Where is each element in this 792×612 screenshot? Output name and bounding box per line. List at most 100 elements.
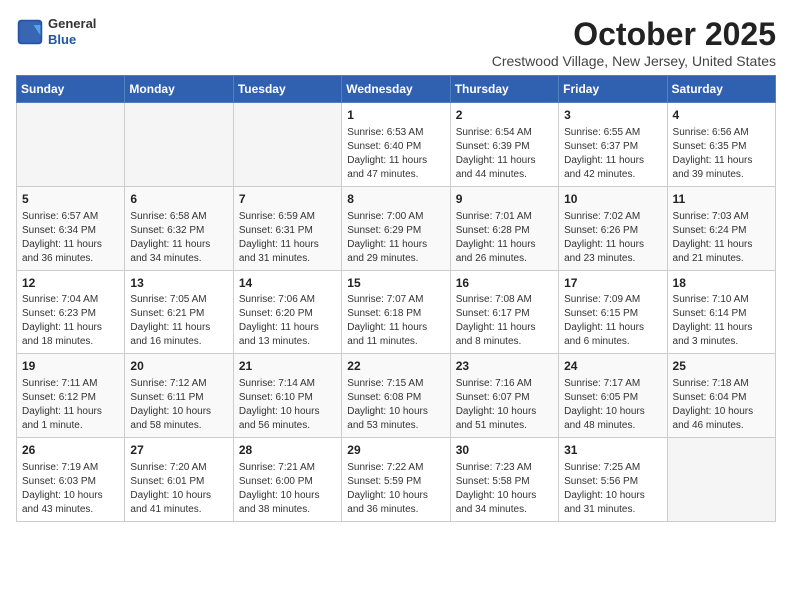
day-number: 3 [564,107,661,124]
day-info: Sunrise: 7:01 AM Sunset: 6:28 PM Dayligh… [456,210,553,266]
day-number: 4 [673,107,770,124]
day-info: Sunrise: 7:22 AM Sunset: 5:59 PM Dayligh… [347,461,444,517]
day-info: Sunrise: 7:04 AM Sunset: 6:23 PM Dayligh… [22,293,119,349]
day-number: 2 [456,107,553,124]
logo-text: General Blue [48,16,96,47]
calendar-day-cell [667,438,775,522]
day-number: 22 [347,358,444,375]
calendar-day-cell: 29 Sunrise: 7:22 AM Sunset: 5:59 PM Dayli… [342,438,450,522]
day-number: 13 [130,275,227,292]
day-number: 23 [456,358,553,375]
calendar-day-cell: 27 Sunrise: 7:20 AM Sunset: 6:01 PM Dayli… [125,438,233,522]
day-number: 24 [564,358,661,375]
calendar-header-row: SundayMondayTuesdayWednesdayThursdayFrid… [17,76,776,103]
calendar-day-cell: 23Sunrise: 7:16 AM Sunset: 6:07 PM Dayli… [450,354,558,438]
day-number: 9 [456,191,553,208]
day-number: 10 [564,191,661,208]
calendar-day-cell: 1Sunrise: 6:53 AM Sunset: 6:40 PM Daylig… [342,103,450,187]
day-info: Sunrise: 6:55 AM Sunset: 6:37 PM Dayligh… [564,126,661,182]
calendar-day-cell: 18Sunrise: 7:10 AM Sunset: 6:14 PM Dayli… [667,270,775,354]
day-info: Sunrise: 7:14 AM Sunset: 6:10 PM Dayligh… [239,377,336,433]
day-number: 30 [456,442,553,459]
day-info: Sunrise: 6:54 AM Sunset: 6:39 PM Dayligh… [456,126,553,182]
calendar-day-cell: 17Sunrise: 7:09 AM Sunset: 6:15 PM Dayli… [559,270,667,354]
weekday-header-thursday: Thursday [450,76,558,103]
calendar-week-row: 26 Sunrise: 7:19 AM Sunset: 6:03 PM Dayli… [17,438,776,522]
day-number: 15 [347,275,444,292]
day-number: 25 [673,358,770,375]
day-number: 21 [239,358,336,375]
day-number: 17 [564,275,661,292]
day-info: Sunrise: 7:19 AM Sunset: 6:03 PM Dayligh… [22,461,119,517]
calendar-week-row: 1Sunrise: 6:53 AM Sunset: 6:40 PM Daylig… [17,103,776,187]
calendar-day-cell: 15Sunrise: 7:07 AM Sunset: 6:18 PM Dayli… [342,270,450,354]
calendar-day-cell: 4 Sunrise: 6:56 AM Sunset: 6:35 PM Daylig… [667,103,775,187]
day-info: Sunrise: 7:25 AM Sunset: 5:56 PM Dayligh… [564,461,661,517]
logo-icon [16,18,44,46]
weekday-header-friday: Friday [559,76,667,103]
weekday-header-wednesday: Wednesday [342,76,450,103]
day-info: Sunrise: 6:57 AM Sunset: 6:34 PM Dayligh… [22,210,119,266]
calendar-day-cell: 12Sunrise: 7:04 AM Sunset: 6:23 PM Dayli… [17,270,125,354]
calendar-day-cell: 10 Sunrise: 7:02 AM Sunset: 6:26 PM Dayli… [559,186,667,270]
calendar-week-row: 12Sunrise: 7:04 AM Sunset: 6:23 PM Dayli… [17,270,776,354]
day-number: 20 [130,358,227,375]
logo: General Blue [16,16,96,47]
day-info: Sunrise: 7:15 AM Sunset: 6:08 PM Dayligh… [347,377,444,433]
day-number: 7 [239,191,336,208]
day-number: 12 [22,275,119,292]
day-info: Sunrise: 7:09 AM Sunset: 6:15 PM Dayligh… [564,293,661,349]
calendar-day-cell: 28Sunrise: 7:21 AM Sunset: 6:00 PM Dayli… [233,438,341,522]
calendar-day-cell [17,103,125,187]
day-number: 1 [347,107,444,124]
calendar-day-cell: 19Sunrise: 7:11 AM Sunset: 6:12 PM Dayli… [17,354,125,438]
calendar-day-cell: 16Sunrise: 7:08 AM Sunset: 6:17 PM Dayli… [450,270,558,354]
day-number: 26 [22,442,119,459]
calendar-week-row: 5 Sunrise: 6:57 AM Sunset: 6:34 PM Daylig… [17,186,776,270]
day-info: Sunrise: 7:00 AM Sunset: 6:29 PM Dayligh… [347,210,444,266]
calendar-day-cell [233,103,341,187]
day-info: Sunrise: 7:05 AM Sunset: 6:21 PM Dayligh… [130,293,227,349]
location-title: Crestwood Village, New Jersey, United St… [492,53,776,69]
day-number: 31 [564,442,661,459]
day-number: 5 [22,191,119,208]
calendar-day-cell: 9 Sunrise: 7:01 AM Sunset: 6:28 PM Daylig… [450,186,558,270]
day-number: 18 [673,275,770,292]
calendar-day-cell: 6 Sunrise: 6:58 AM Sunset: 6:32 PM Daylig… [125,186,233,270]
day-number: 11 [673,191,770,208]
day-info: Sunrise: 7:20 AM Sunset: 6:01 PM Dayligh… [130,461,227,517]
calendar-day-cell: 30 Sunrise: 7:23 AM Sunset: 5:58 PM Dayli… [450,438,558,522]
day-number: 16 [456,275,553,292]
calendar-day-cell: 13Sunrise: 7:05 AM Sunset: 6:21 PM Dayli… [125,270,233,354]
weekday-header-saturday: Saturday [667,76,775,103]
day-number: 19 [22,358,119,375]
calendar-day-cell: 11Sunrise: 7:03 AM Sunset: 6:24 PM Dayli… [667,186,775,270]
day-info: Sunrise: 7:08 AM Sunset: 6:17 PM Dayligh… [456,293,553,349]
calendar-day-cell: 24Sunrise: 7:17 AM Sunset: 6:05 PM Dayli… [559,354,667,438]
calendar-day-cell: 22 Sunrise: 7:15 AM Sunset: 6:08 PM Dayli… [342,354,450,438]
day-number: 27 [130,442,227,459]
title-area: October 2025 Crestwood Village, New Jers… [492,16,776,69]
day-info: Sunrise: 6:58 AM Sunset: 6:32 PM Dayligh… [130,210,227,266]
weekday-header-tuesday: Tuesday [233,76,341,103]
day-number: 29 [347,442,444,459]
calendar-day-cell: 26 Sunrise: 7:19 AM Sunset: 6:03 PM Dayli… [17,438,125,522]
calendar-table: SundayMondayTuesdayWednesdayThursdayFrid… [16,75,776,522]
day-number: 6 [130,191,227,208]
day-info: Sunrise: 7:12 AM Sunset: 6:11 PM Dayligh… [130,377,227,433]
calendar-day-cell: 25 Sunrise: 7:18 AM Sunset: 6:04 PM Dayli… [667,354,775,438]
day-info: Sunrise: 6:56 AM Sunset: 6:35 PM Dayligh… [673,126,770,182]
day-info: Sunrise: 7:10 AM Sunset: 6:14 PM Dayligh… [673,293,770,349]
calendar-day-cell: 20 Sunrise: 7:12 AM Sunset: 6:11 PM Dayli… [125,354,233,438]
day-info: Sunrise: 7:23 AM Sunset: 5:58 PM Dayligh… [456,461,553,517]
weekday-header-monday: Monday [125,76,233,103]
calendar-week-row: 19Sunrise: 7:11 AM Sunset: 6:12 PM Dayli… [17,354,776,438]
day-number: 14 [239,275,336,292]
day-info: Sunrise: 7:02 AM Sunset: 6:26 PM Dayligh… [564,210,661,266]
calendar-day-cell: 14Sunrise: 7:06 AM Sunset: 6:20 PM Dayli… [233,270,341,354]
day-info: Sunrise: 7:21 AM Sunset: 6:00 PM Dayligh… [239,461,336,517]
day-info: Sunrise: 7:07 AM Sunset: 6:18 PM Dayligh… [347,293,444,349]
day-info: Sunrise: 7:18 AM Sunset: 6:04 PM Dayligh… [673,377,770,433]
calendar-day-cell: 2 Sunrise: 6:54 AM Sunset: 6:39 PM Daylig… [450,103,558,187]
calendar-day-cell: 31 Sunrise: 7:25 AM Sunset: 5:56 PM Dayli… [559,438,667,522]
